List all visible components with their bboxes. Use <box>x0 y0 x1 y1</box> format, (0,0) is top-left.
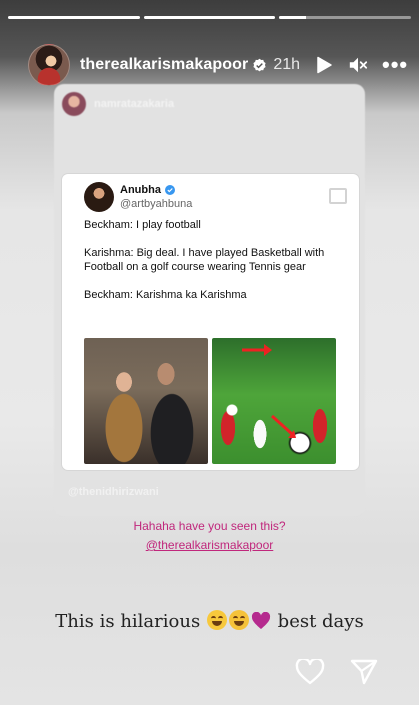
tweet-header: Anubha @artbyahbuna <box>84 182 192 212</box>
tweet-line: Beckham: Karishma ka Karishma <box>84 289 247 301</box>
story-footer <box>295 657 379 687</box>
username[interactable]: therealkarismakapoor <box>80 56 248 74</box>
tweet-logo-icon <box>329 188 347 204</box>
post-time: 21h <box>273 56 301 73</box>
heart-icon[interactable] <box>295 657 325 687</box>
story-header: therealkarismakapoor 21h ••• <box>28 44 419 86</box>
overlay-text: This is hilarious <box>55 611 201 632</box>
tweet-line: Beckham: I play football <box>84 219 201 231</box>
red-arrow-icon <box>242 344 296 438</box>
caption-line: Hahaha have you seen this? <box>133 519 286 533</box>
send-icon[interactable] <box>349 657 379 687</box>
tweet-verified-icon <box>164 185 175 195</box>
mute-icon[interactable] <box>348 55 368 75</box>
story-text-overlay: This is hilarious best days <box>0 610 419 632</box>
overlay-text: best days <box>277 611 364 632</box>
more-icon[interactable]: ••• <box>382 54 408 76</box>
repost-footer-handle: @thenidhirizwani <box>68 486 159 498</box>
play-icon[interactable] <box>314 55 334 75</box>
tweet-line: Karishma: Big deal. I have played Basket… <box>84 247 325 273</box>
tweet-author-name: Anubha <box>120 184 161 196</box>
caption-mention-link[interactable]: @therealkarismakapoor <box>0 536 419 555</box>
verified-icon <box>253 58 266 71</box>
purple-heart-emoji-icon <box>251 612 270 629</box>
tweet-photo-right <box>212 338 336 464</box>
tweet-handle: @artbyahbuna <box>120 198 193 210</box>
progress-segment <box>8 16 140 19</box>
tweet-photo-left <box>84 338 208 464</box>
story-caption: Hahaha have you seen this? @therealkaris… <box>0 517 419 555</box>
tweet-screenshot: Anubha @artbyahbuna Beckham: I play foot… <box>62 174 359 470</box>
tweet-avatar <box>84 182 114 212</box>
story-viewer: therealkarismakapoor 21h ••• namratazaka… <box>0 0 419 705</box>
original-user-avatar <box>62 92 86 116</box>
repost-header: namratazakaria <box>62 92 174 116</box>
progress-segment-current <box>279 16 412 19</box>
profile-avatar[interactable] <box>28 44 70 86</box>
progress-segment <box>143 16 276 19</box>
laughing-emoji-icon <box>206 610 227 630</box>
grinning-squint-emoji-icon <box>228 610 249 630</box>
tweet-photos <box>84 338 336 464</box>
story-progress-bar <box>8 16 412 19</box>
tweet-body: Beckham: I play football Karishma: Big d… <box>84 218 345 316</box>
original-username: namratazakaria <box>94 98 175 110</box>
